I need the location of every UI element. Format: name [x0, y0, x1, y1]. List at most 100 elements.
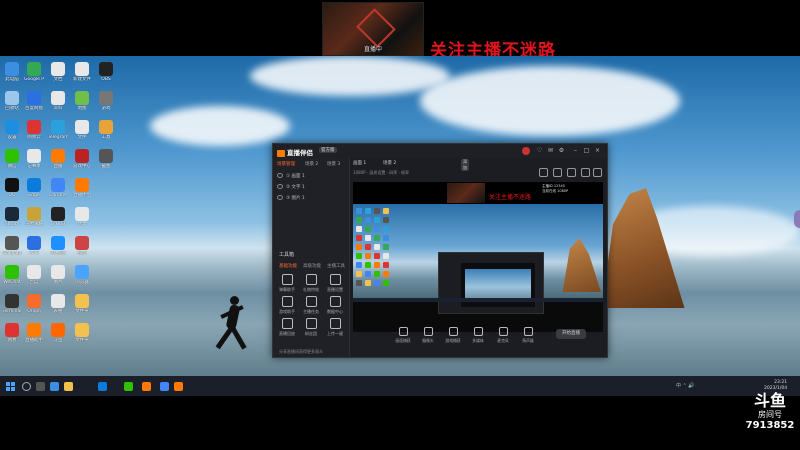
- tool-button[interactable]: 粉丝团: [300, 318, 322, 337]
- scene-item[interactable]: ③ 图片 1: [277, 194, 343, 203]
- desktop-icon[interactable]: 浏览器: [72, 265, 92, 285]
- scene-item[interactable]: ② 文字 1: [277, 183, 343, 192]
- tool-tab-advanced[interactable]: 高级功能: [303, 263, 321, 269]
- desktop-icon[interactable]: Terminal: [2, 294, 22, 314]
- share-icon[interactable]: [593, 168, 602, 177]
- desktop-icon[interactable]: 网易: [2, 323, 22, 343]
- desktop-icon[interactable]: Steam: [2, 207, 22, 227]
- eye-icon[interactable]: [277, 184, 283, 189]
- desktop-icon[interactable]: UU加速: [48, 236, 68, 256]
- tool-button[interactable]: 数据中心: [324, 296, 346, 315]
- explorer-icon[interactable]: [50, 382, 59, 391]
- search-icon[interactable]: [22, 382, 31, 391]
- sidebar-tab-scene-3[interactable]: 场景 3: [327, 161, 340, 167]
- desktop-icon[interactable]: 直播伴侣: [72, 178, 92, 198]
- desktop-icon[interactable]: 文档: [48, 62, 68, 82]
- desktop-icon[interactable]: 回收站: [2, 91, 22, 111]
- desktop-icon[interactable]: 王者荣耀: [24, 207, 44, 227]
- desktop-icon[interactable]: 文件: [72, 120, 92, 140]
- mail-icon[interactable]: ✉: [547, 147, 554, 154]
- desktop-icon[interactable]: 文件夹: [72, 323, 92, 343]
- desktop-icon[interactable]: 设置: [2, 120, 22, 140]
- live-app-icon[interactable]: [142, 382, 151, 391]
- desktop-icon[interactable]: Google Play: [24, 62, 44, 82]
- capture-tool-button[interactable]: 扬声器: [518, 327, 538, 344]
- folder-icon[interactable]: [64, 382, 73, 391]
- maximize-button[interactable]: □: [583, 147, 590, 154]
- tab-scene-1[interactable]: 画面 1: [353, 160, 366, 166]
- desktop-icon[interactable]: 新建文件: [72, 62, 92, 82]
- desktop-icon[interactable]: 此电脑: [2, 62, 22, 82]
- tool-button[interactable]: 主播任务: [300, 296, 322, 315]
- desktop-icon[interactable]: 微信: [2, 149, 22, 169]
- tool-button[interactable]: 上传一键: [324, 318, 346, 337]
- desktop-icon[interactable]: 资料: [48, 91, 68, 111]
- floating-ball-icon[interactable]: [794, 210, 800, 228]
- desktop-icon[interactable]: 文件夹: [72, 294, 92, 314]
- tool-tab-streamer[interactable]: 主播工具: [327, 263, 345, 269]
- capture-tool-button[interactable]: 麦克风: [493, 327, 513, 344]
- desktop-icon[interactable]: 狐狸: [72, 236, 92, 256]
- heart-icon[interactable]: ♡: [536, 147, 543, 154]
- eye-icon[interactable]: [277, 173, 283, 178]
- desktop-icon[interactable]: WPS: [24, 236, 44, 256]
- capture-tool-button[interactable]: 画面捕获: [393, 327, 413, 344]
- add-scene-button[interactable]: 添加: [461, 159, 469, 171]
- tool-button[interactable]: 弹幕助手: [276, 274, 298, 293]
- desktop-icon[interactable]: 文本: [72, 207, 92, 227]
- tool-button[interactable]: 礼物特效: [300, 274, 322, 293]
- desktop-icon[interactable]: Wallpaper: [2, 236, 22, 256]
- tool-button[interactable]: 直播回放: [276, 318, 298, 337]
- desktop-icon[interactable]: 斗鱼: [48, 323, 68, 343]
- desktop-icon[interactable]: 游戏: [96, 91, 116, 111]
- start-live-button[interactable]: 开始直播: [556, 329, 586, 339]
- sidebar-tab-scene-2[interactable]: 场景 2: [305, 161, 318, 167]
- desktop-icon[interactable]: 百度: [24, 265, 44, 285]
- desktop-icon[interactable]: QQ: [2, 178, 22, 198]
- desktop-icon[interactable]: 工具: [96, 120, 116, 140]
- task-view-icon[interactable]: [36, 382, 45, 391]
- desktop-icon[interactable]: Edge: [24, 178, 44, 198]
- desktop-icon[interactable]: 截图: [96, 149, 116, 169]
- screen-icon[interactable]: [553, 168, 562, 177]
- desktop-icon[interactable]: 表格: [48, 294, 68, 314]
- desktop-icon[interactable]: Origin: [24, 294, 44, 314]
- wechat-icon[interactable]: [124, 382, 133, 391]
- desktop-icon[interactable]: Telegram: [48, 120, 68, 140]
- settings-icon[interactable]: ⚙: [558, 147, 565, 154]
- tab-scene-2[interactable]: 场景 2: [383, 160, 396, 166]
- avatar[interactable]: [522, 147, 530, 155]
- edge-icon[interactable]: [98, 382, 107, 391]
- tool-button[interactable]: 游戏助手: [276, 296, 298, 315]
- desktop-icon[interactable]: 游戏中心: [72, 149, 92, 169]
- system-tray[interactable]: 中 ⌃ 🔊: [676, 382, 695, 389]
- capture-tool-button[interactable]: 摄像头: [418, 327, 438, 344]
- scene-item[interactable]: ① 画面 1: [277, 172, 343, 181]
- streaming-app-icon[interactable]: [174, 382, 183, 391]
- desktop-icon[interactable]: Chrome: [48, 178, 68, 198]
- capture-tool-button[interactable]: 游戏捕获: [443, 327, 463, 344]
- version-badge[interactable]: 官方版: [319, 147, 337, 153]
- desktop-icon[interactable]: 记事本: [24, 149, 44, 169]
- desktop-icon[interactable]: 网易云: [24, 120, 44, 140]
- clock[interactable]: 23:21 2023/1/04: [764, 380, 787, 391]
- desktop-icon[interactable]: WeChat: [2, 265, 22, 285]
- more-icon[interactable]: [581, 168, 590, 177]
- layout-icon[interactable]: [539, 168, 548, 177]
- desktop-icon[interactable]: 地图: [72, 91, 92, 111]
- share-footnote[interactable]: 分享直播间获得更多观众: [279, 349, 323, 355]
- desktop-icon[interactable]: G HUB: [48, 207, 68, 227]
- desktop-icon[interactable]: 直播助手: [24, 323, 44, 343]
- close-button[interactable]: ×: [594, 147, 601, 154]
- tool-button[interactable]: 直播设置: [324, 274, 346, 293]
- tool-tab-basic[interactable]: 基础功能: [279, 263, 297, 269]
- desktop-icon[interactable]: 百度网盘: [24, 91, 44, 111]
- sidebar-tab-scene-manage[interactable]: 场景管理: [277, 161, 295, 167]
- minimize-button[interactable]: –: [572, 147, 579, 154]
- desktop-icon[interactable]: 直播: [48, 149, 68, 169]
- desktop-icon[interactable]: OBS: [96, 62, 116, 82]
- eye-icon[interactable]: [277, 195, 283, 200]
- grid-icon[interactable]: [567, 168, 576, 177]
- windows-start-icon[interactable]: [6, 382, 15, 391]
- chrome-icon[interactable]: [160, 382, 169, 391]
